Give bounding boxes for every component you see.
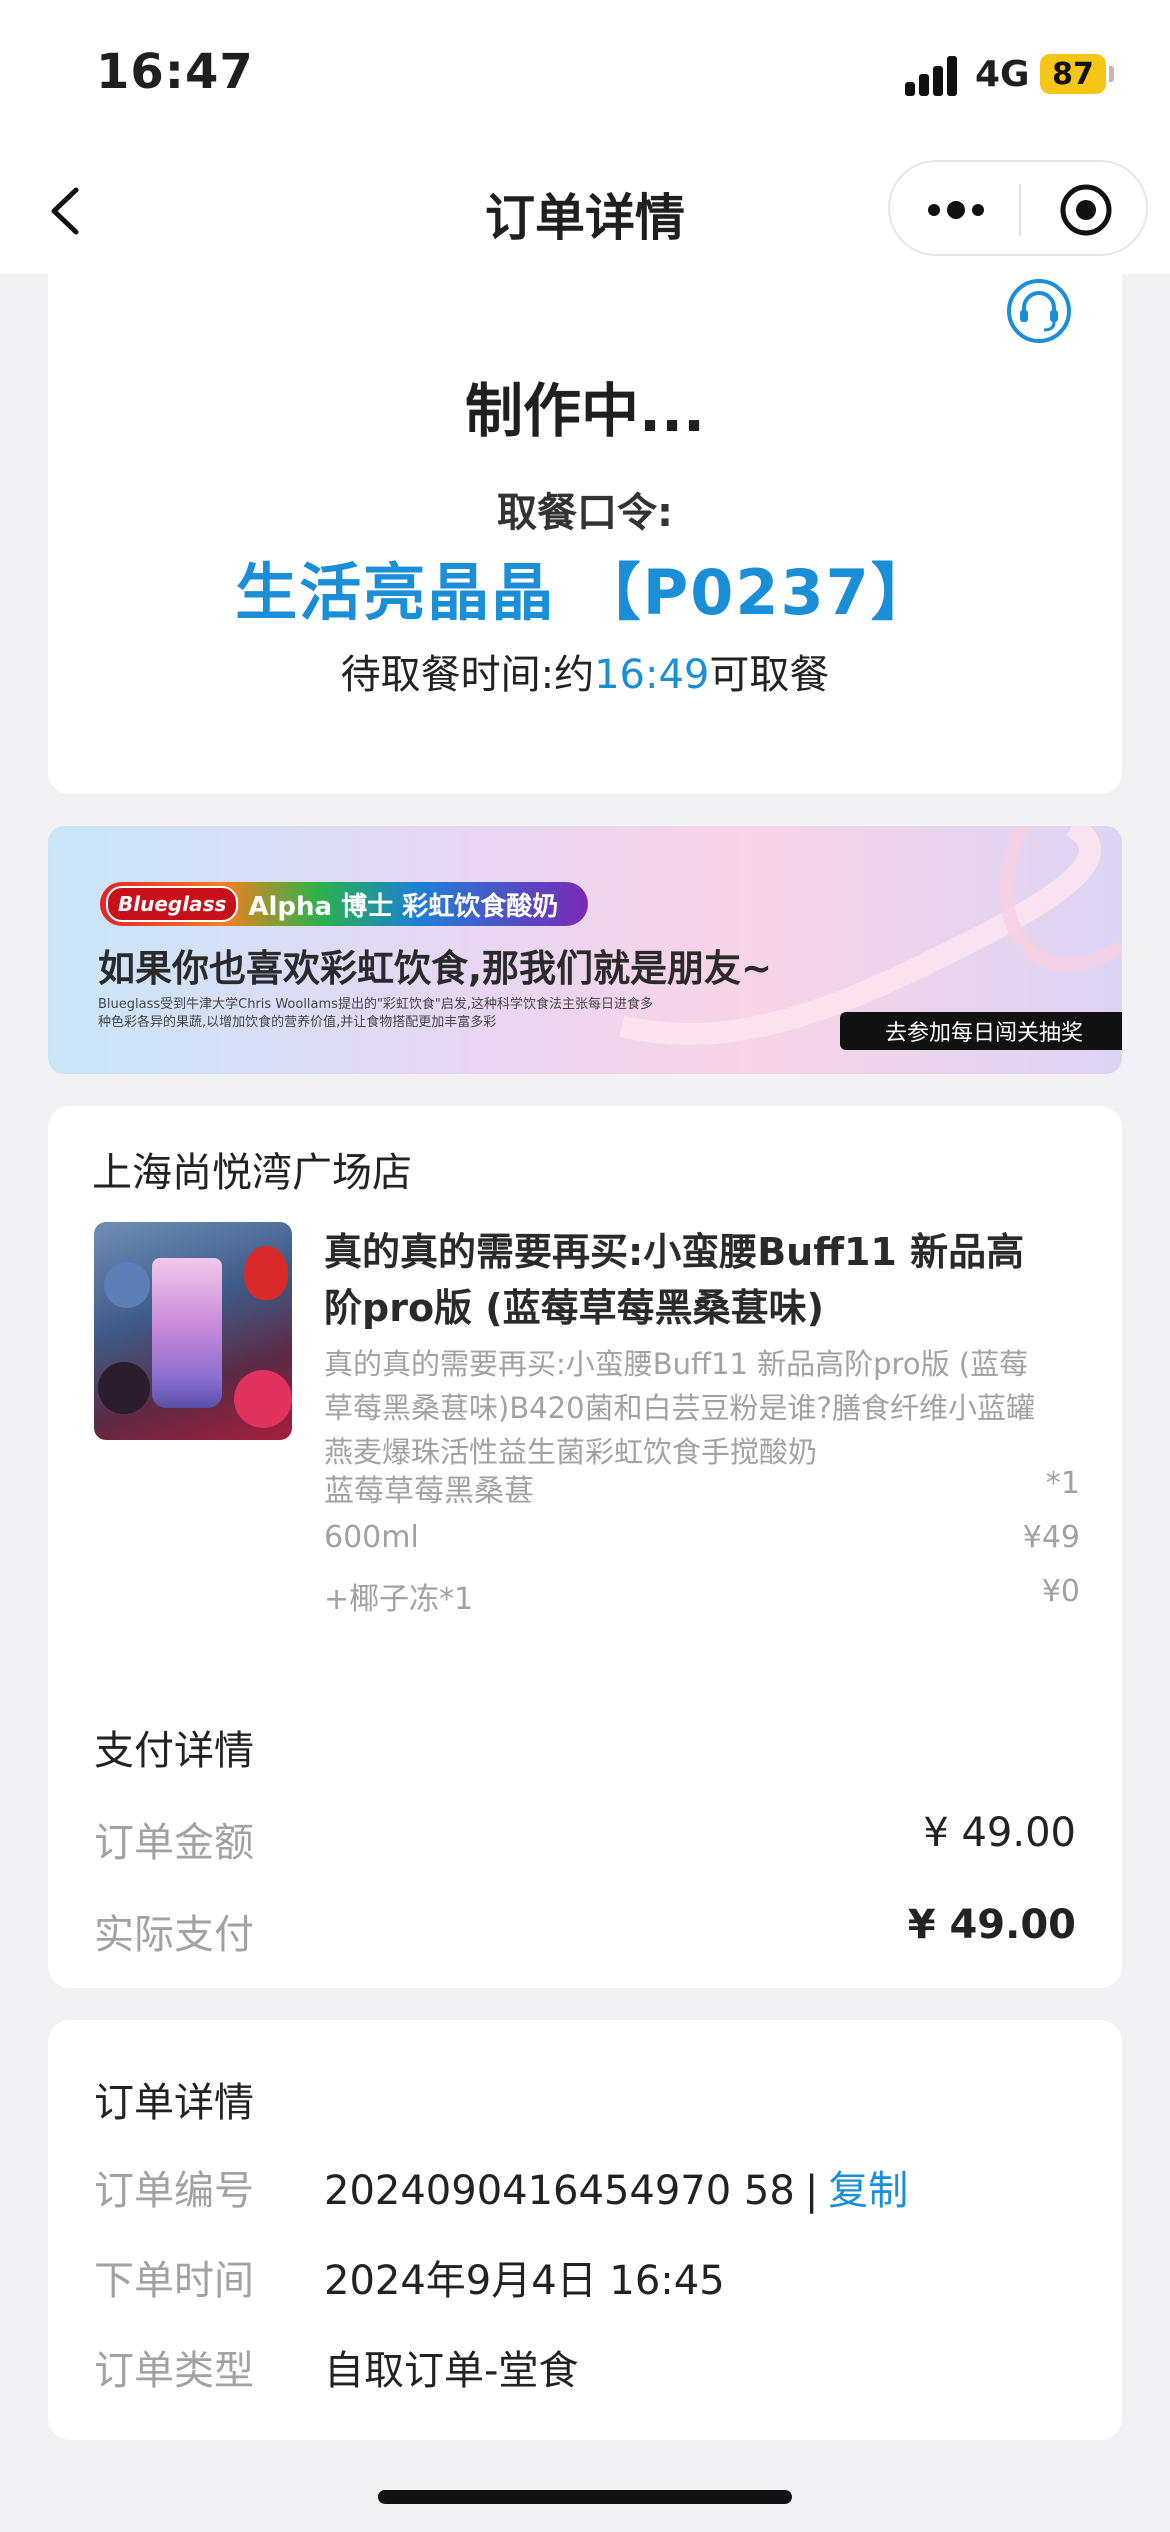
spec-row: 600ml ¥49 — [324, 1520, 1080, 1555]
spec-row: +椰子冻*1 ¥0 — [324, 1574, 1080, 1618]
pickup-code-label: 取餐口令: — [497, 490, 673, 536]
payment-title: 支付详情 — [94, 1728, 254, 1774]
brand-logo: Blueglass — [106, 886, 239, 922]
battery-cap — [1109, 66, 1114, 82]
order-card: 上海尚悦湾广场店 真的真的需要再买:小蛮腰Buff11 新品高阶pro版 (蓝莓… — [48, 1106, 1122, 1988]
wait-time: 16:49 — [594, 652, 710, 698]
order-number-label: 订单编号 — [94, 2168, 254, 2214]
wait-time-line: 待取餐时间:约16:49可取餐 — [48, 642, 1122, 700]
order-time-row: 下单时间 2024年9月4日 16:45 — [94, 2248, 1076, 2306]
banner-brand-pill: Blueglass Alpha 博士 彩虹饮食酸奶 — [100, 882, 588, 926]
order-number: 2024090416454970 58 — [324, 2168, 795, 2214]
order-status-card: 制作中... 取餐口令: 生活亮晶晶 【P0237】 待取餐时间:约16:49可… — [48, 270, 1122, 794]
status-bar: 16:47 4G 87 — [0, 0, 1170, 150]
network-type: 4G — [975, 54, 1030, 95]
payment-value: ¥ 49.00 — [907, 1902, 1076, 1948]
spec-value: ¥49 — [1022, 1520, 1080, 1555]
banner-tag: Alpha 博士 彩虹饮食酸奶 — [248, 891, 559, 922]
details-title: 订单详情 — [94, 2080, 254, 2126]
order-time-label: 下单时间 — [94, 2258, 254, 2304]
more-dots-icon[interactable] — [926, 192, 986, 228]
spec-label: 蓝莓草莓黑桑葚 — [324, 1474, 534, 1509]
home-indicator[interactable] — [378, 2490, 792, 2504]
order-state: 制作中... — [464, 377, 706, 445]
order-type: 自取订单-堂食 — [324, 2348, 579, 2394]
nav-bar: 订单详情 — [0, 150, 1170, 274]
spec-label: +椰子冻*1 — [324, 1582, 474, 1617]
headset-icon[interactable] — [1006, 278, 1072, 344]
banner-headline: 如果你也喜欢彩虹饮食,那我们就是朋友~ — [98, 947, 773, 990]
mini-program-capsule — [888, 160, 1148, 256]
spec-row: 蓝莓草莓黑桑葚 *1 — [324, 1466, 1080, 1510]
signal-icon — [905, 56, 961, 96]
product-name: 真的真的需要再买:小蛮腰Buff11 新品高阶pro版 (蓝莓草莓黑桑葚味) — [324, 1230, 1025, 1330]
payment-value: ¥ 49.00 — [923, 1810, 1076, 1856]
payment-label: 实际支付 — [94, 1912, 254, 1958]
banner-small-text: Blueglass受到牛津大学Chris Woollams提出的"彩虹饮食"启发… — [98, 997, 654, 1030]
capsule-divider — [1019, 184, 1021, 236]
order-number-row: 订单编号 2024090416454970 58 | 复制 — [94, 2158, 1076, 2216]
pickup-code: 生活亮晶晶 【P0237】 — [235, 556, 935, 629]
order-type-row: 订单类型 自取订单-堂食 — [94, 2338, 1076, 2396]
product-image — [94, 1222, 292, 1440]
wait-suffix: 可取餐 — [709, 652, 830, 698]
store-name: 上海尚悦湾广场店 — [92, 1150, 412, 1196]
promo-banner[interactable]: Blueglass Alpha 博士 彩虹饮食酸奶 如果你也喜欢彩虹饮食,那我们… — [48, 826, 1122, 1074]
wait-prefix: 待取餐时间:约 — [340, 652, 595, 698]
copy-button[interactable]: 复制 — [828, 2168, 908, 2214]
separator: | — [804, 2168, 819, 2214]
payment-label: 订单金额 — [94, 1820, 254, 1866]
spec-value: *1 — [1045, 1466, 1080, 1501]
banner-cta-button[interactable]: 去参加每日闯关抽奖 — [840, 1012, 1122, 1050]
product-description: 真的真的需要再买:小蛮腰Buff11 新品高阶pro版 (蓝莓草莓黑桑葚味)B4… — [324, 1347, 1035, 1469]
order-details-card: 订单详情 订单编号 2024090416454970 58 | 复制 下单时间 2024… — [48, 2020, 1122, 2440]
order-time: 2024年9月4日 16:45 — [324, 2258, 725, 2304]
spec-value: ¥0 — [1041, 1574, 1080, 1609]
order-type-label: 订单类型 — [94, 2348, 254, 2394]
status-time: 16:47 — [96, 44, 254, 100]
target-circle-icon[interactable] — [1058, 182, 1114, 238]
payment-row-order-amount: 订单金额 ¥ 49.00 — [94, 1810, 1076, 1868]
battery-icon: 87 — [1040, 54, 1106, 94]
spec-label: 600ml — [324, 1520, 419, 1555]
payment-row-actual-paid: 实际支付 ¥ 49.00 — [94, 1902, 1076, 1960]
